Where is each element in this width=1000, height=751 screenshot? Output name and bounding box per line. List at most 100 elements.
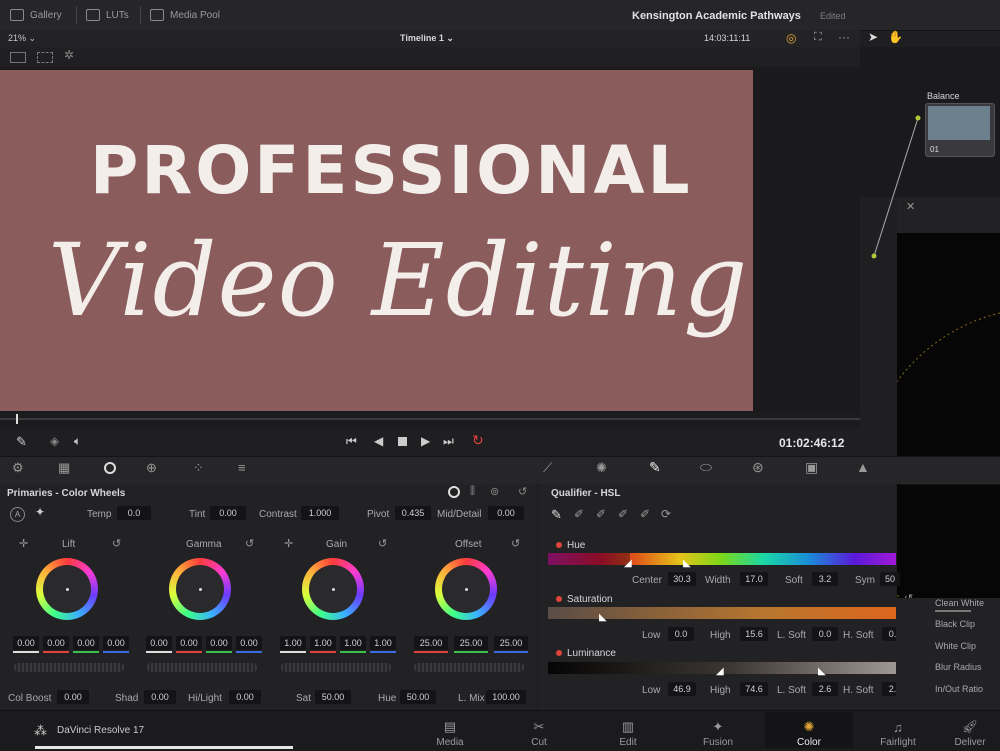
- auto-color-icon[interactable]: ✦: [35, 505, 45, 519]
- eyedropper-icon[interactable]: ✎: [16, 434, 27, 450]
- camera-raw-icon[interactable]: ⚙︎: [12, 460, 24, 476]
- crosshair-icon[interactable]: ✛: [19, 537, 28, 550]
- page-color[interactable]: ✺ Color: [765, 712, 853, 748]
- luminance-toggle[interactable]: Luminance: [556, 648, 616, 659]
- lum-high-field[interactable]: 74.6: [740, 682, 768, 696]
- gain-b[interactable]: 1.00: [370, 636, 396, 650]
- lift-g[interactable]: 0.00: [73, 636, 99, 650]
- clean-white-slider[interactable]: [935, 610, 971, 612]
- lum-low-field[interactable]: 46.9: [668, 682, 696, 696]
- sat-field[interactable]: 50.00: [315, 690, 351, 704]
- lift-wheel[interactable]: [36, 558, 98, 620]
- hue-handle-left[interactable]: ◢: [624, 558, 632, 569]
- media-pool-button[interactable]: Media Pool: [150, 6, 220, 24]
- offset-master-wheel[interactable]: [414, 663, 524, 672]
- lift-r[interactable]: 0.00: [43, 636, 69, 650]
- wheels-mode-icon[interactable]: [448, 486, 460, 498]
- page-deliver[interactable]: 🚀︎ Deliver: [940, 712, 1000, 748]
- luminance-range-bar[interactable]: [548, 662, 914, 674]
- play-reverse-icon[interactable]: ◀: [374, 434, 383, 448]
- hue-field[interactable]: 50.00: [400, 690, 436, 704]
- lum-handle-right[interactable]: ◣: [818, 666, 826, 677]
- lift-master-wheel[interactable]: [14, 663, 124, 672]
- offset-r[interactable]: 25.00: [414, 636, 448, 650]
- zoom-select[interactable]: 21% ⌄: [8, 33, 36, 44]
- fullscreen-icon[interactable]: ⛶: [814, 31, 822, 44]
- go-to-start-icon[interactable]: ⏮︎: [346, 434, 357, 449]
- timecode-top[interactable]: 14:03:11:11: [704, 33, 750, 43]
- gamma-b[interactable]: 0.00: [236, 636, 262, 650]
- layers-icon[interactable]: ◈: [50, 434, 59, 448]
- gamma-master-wheel[interactable]: [147, 663, 257, 672]
- offset-b[interactable]: 25.00: [494, 636, 528, 650]
- offset-g[interactable]: 25.00: [454, 636, 488, 650]
- page-media[interactable]: ▤ Media: [410, 712, 490, 748]
- contrast-field[interactable]: 1.000: [301, 506, 339, 520]
- auto-balance-icon[interactable]: A: [10, 507, 25, 522]
- hilight-field[interactable]: 0.00: [229, 690, 261, 704]
- temp-field[interactable]: 0.0: [117, 506, 151, 520]
- color-warper-icon[interactable]: ✺: [596, 460, 607, 476]
- reset-icon[interactable]: ↺: [112, 537, 121, 550]
- crosshair-icon[interactable]: ✛: [284, 537, 293, 550]
- hand-icon[interactable]: ✋: [888, 30, 903, 44]
- color-picker-icon[interactable]: ◎: [786, 31, 796, 45]
- lum-handle-left[interactable]: ◢: [716, 666, 724, 677]
- middetail-field[interactable]: 0.00: [488, 506, 524, 520]
- playhead[interactable]: [16, 414, 18, 424]
- sparkle-icon[interactable]: ✲: [64, 48, 74, 62]
- gamma-g[interactable]: 0.00: [206, 636, 232, 650]
- sat-low-field[interactable]: 0.0: [668, 627, 694, 641]
- gamma-y[interactable]: 0.00: [146, 636, 172, 650]
- page-fusion[interactable]: ✦ Fusion: [678, 712, 758, 748]
- colboost-field[interactable]: 0.00: [57, 690, 89, 704]
- curves-icon[interactable]: ⟋: [543, 460, 552, 476]
- picker-minus-icon[interactable]: ✐: [574, 507, 584, 521]
- loop-icon[interactable]: ↻: [472, 432, 484, 449]
- reset-icon[interactable]: ↺: [511, 537, 520, 550]
- more-options-icon[interactable]: ···: [838, 30, 850, 44]
- sym-field[interactable]: 50: [880, 572, 900, 586]
- window-icon[interactable]: ⬭: [700, 459, 712, 476]
- reset-icon[interactable]: ↺: [245, 537, 254, 550]
- blur-icon[interactable]: ▲: [856, 459, 870, 475]
- color-match-icon[interactable]: ▦: [58, 460, 70, 476]
- motion-effects-icon[interactable]: ≡: [238, 460, 246, 475]
- center-field[interactable]: 30.3: [668, 572, 696, 586]
- sat-handle[interactable]: ◣: [599, 612, 607, 623]
- lift-b[interactable]: 0.00: [103, 636, 129, 650]
- shad-field[interactable]: 0.00: [144, 690, 176, 704]
- go-to-end-icon[interactable]: ⏭︎: [443, 434, 454, 449]
- page-edit[interactable]: ▥ Edit: [588, 712, 668, 748]
- invert-icon[interactable]: ⟳: [661, 507, 671, 521]
- gallery-button[interactable]: Gallery: [10, 6, 62, 24]
- width-field[interactable]: 17.0: [740, 572, 768, 586]
- rgb-mixer-icon[interactable]: ⁘: [193, 460, 204, 476]
- soft-field[interactable]: 3.2: [812, 572, 838, 586]
- sat-high-field[interactable]: 15.6: [740, 627, 768, 641]
- feather-plus-icon[interactable]: ✐: [640, 507, 650, 521]
- picker-plus-icon[interactable]: ✐: [596, 507, 606, 521]
- tint-field[interactable]: 0.00: [210, 506, 246, 520]
- magic-mask-icon[interactable]: ▣: [805, 459, 818, 476]
- sat-lsoft-field[interactable]: 0.0: [812, 627, 838, 641]
- gamma-wheel[interactable]: [169, 558, 231, 620]
- gain-master-wheel[interactable]: [281, 663, 391, 672]
- qualifier-icon[interactable]: ✎: [649, 459, 661, 476]
- lift-y[interactable]: 0.00: [13, 636, 39, 650]
- bars-mode-icon[interactable]: ⫼: [470, 485, 475, 498]
- hue-toggle[interactable]: Hue: [556, 540, 585, 551]
- play-icon[interactable]: ▶: [421, 434, 430, 448]
- gain-y[interactable]: 1.00: [280, 636, 306, 650]
- picker-icon[interactable]: ✎: [551, 507, 562, 523]
- scrubber[interactable]: [0, 412, 860, 428]
- hdr-icon[interactable]: ⊕: [146, 460, 157, 476]
- hue-handle-right[interactable]: ◣: [683, 558, 691, 569]
- timeline-select[interactable]: Timeline 1 ⌄: [400, 33, 454, 44]
- stop-icon[interactable]: [398, 437, 407, 446]
- scrubber-track[interactable]: [0, 418, 860, 420]
- split-view-icon[interactable]: [10, 52, 26, 63]
- speaker-icon[interactable]: 🔈︎: [74, 434, 81, 449]
- lum-lsoft-field[interactable]: 2.6: [812, 682, 838, 696]
- wipe-icon[interactable]: [37, 52, 53, 63]
